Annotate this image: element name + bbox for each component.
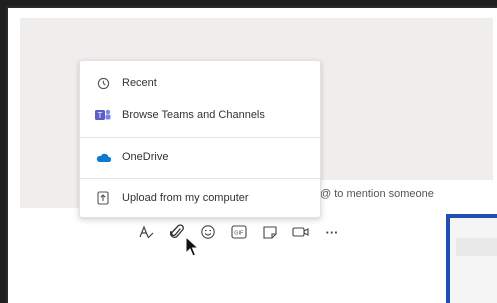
menu-item-browse-teams[interactable]: T Browse Teams and Channels [80, 100, 320, 130]
menu-item-label: Upload from my computer [122, 192, 249, 204]
menu-item-label: OneDrive [122, 151, 169, 163]
compose-toolbar: GIF ··· [136, 220, 353, 244]
menu-divider [80, 137, 320, 138]
svg-text:GIF: GIF [234, 231, 244, 237]
attach-icon[interactable] [167, 222, 187, 242]
emoji-icon[interactable] [198, 222, 218, 242]
sticker-icon[interactable] [260, 222, 280, 242]
compose-hint: @ to mention someone [320, 188, 434, 200]
teams-icon: T [94, 106, 112, 124]
gif-icon[interactable]: GIF [229, 222, 249, 242]
meet-now-icon[interactable] [291, 222, 311, 242]
attach-menu: Recent T Browse Teams and Channels OneDr… [79, 60, 321, 218]
panel-strip [456, 238, 497, 256]
format-icon[interactable] [136, 222, 156, 242]
menu-item-upload[interactable]: Upload from my computer [80, 183, 320, 213]
menu-divider [80, 178, 320, 179]
onedrive-icon [94, 148, 112, 166]
menu-item-recent[interactable]: Recent [80, 68, 320, 98]
clock-icon [94, 74, 112, 92]
more-options-icon[interactable]: ··· [322, 222, 342, 242]
svg-text:T: T [98, 111, 103, 120]
mouse-cursor-icon [185, 236, 200, 257]
shared-screen-panel [446, 214, 497, 303]
upload-icon [94, 189, 112, 207]
menu-item-onedrive[interactable]: OneDrive [80, 142, 320, 172]
menu-item-label: Recent [122, 77, 157, 89]
menu-item-label: Browse Teams and Channels [122, 109, 265, 121]
